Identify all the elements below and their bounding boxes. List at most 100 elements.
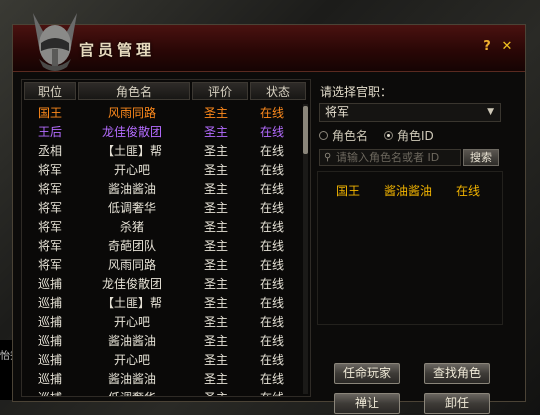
row-position: 将军 (37, 258, 62, 272)
list-header: 职位 角色名 评价 状态 (24, 82, 306, 100)
row-status: 在线 (259, 296, 284, 310)
row-position: 巡捕 (37, 353, 62, 367)
table-row[interactable]: 将军 风雨同路 圣主 在线 (24, 256, 300, 275)
table-row[interactable]: 巡捕 酱油酱油 圣主 在线 (24, 370, 300, 389)
row-status: 在线 (259, 258, 284, 272)
row-role-name: 【土匪】帮 (101, 296, 162, 310)
row-role-name: 开心吧 (113, 315, 150, 329)
dismiss-button[interactable]: 卸任 (424, 393, 490, 414)
search-input[interactable]: ⚲ 请输入角色名或者 ID (319, 149, 461, 166)
search-result-row[interactable]: 国王 酱油酱油 在线 (318, 182, 502, 199)
table-row[interactable]: 巡捕低调奢华圣主在线 (24, 389, 300, 396)
helmet-emblem-icon (33, 13, 77, 71)
row-position: 巡捕 (37, 296, 62, 310)
result-position: 国王 (335, 184, 360, 198)
help-button[interactable]: ? (479, 39, 495, 55)
table-row[interactable]: 将军 酱油酱油 圣主 在线 (24, 180, 300, 199)
table-row[interactable]: 将军 低调奢华 圣主 在线 (24, 199, 300, 218)
table-row[interactable]: 将军 杀猪 圣主 在线 (24, 218, 300, 237)
row-role-name: 低调奢华 (107, 201, 156, 215)
row-position: 将军 (37, 201, 62, 215)
radio-role-name[interactable] (319, 131, 328, 140)
table-row[interactable]: 丞相 【土匪】帮 圣主 在线 (24, 142, 300, 161)
row-rating: 圣主 (203, 163, 228, 177)
result-name: 酱油酱油 (383, 184, 432, 198)
radio-role-name-label: 角色名 (332, 129, 369, 143)
row-status: 在线 (259, 353, 284, 367)
row-rating: 圣主 (203, 372, 228, 386)
radio-role-id[interactable] (384, 131, 394, 140)
table-row[interactable]: 巡捕 酱油酱油 圣主 在线 (24, 332, 300, 351)
table-row[interactable]: 巡捕 龙佳俊散团 圣主 在线 (24, 275, 300, 294)
rank-select[interactable]: 将军 ▼ (319, 103, 501, 122)
row-role-name: 低调奢华 (76, 389, 188, 396)
row-role-name: 龙佳俊散团 (101, 125, 162, 139)
table-row[interactable]: 将军 奇葩团队 圣主 在线 (24, 237, 300, 256)
search-mode-radios: 角色名 角色ID (319, 127, 434, 144)
row-position: 将军 (37, 220, 62, 234)
row-rating: 圣主 (203, 144, 228, 158)
search-placeholder: 请输入角色名或者 ID (336, 151, 440, 164)
row-role-name: 开心吧 (113, 353, 150, 367)
list-scrollbar[interactable] (303, 104, 308, 394)
header-position[interactable]: 职位 (24, 82, 76, 100)
header-rating[interactable]: 评价 (192, 82, 248, 100)
row-status: 在线 (259, 125, 284, 139)
row-position: 巡捕 (24, 389, 76, 396)
search-button[interactable]: 搜索 (463, 149, 499, 166)
row-rating: 圣主 (203, 258, 228, 272)
row-position: 巡捕 (37, 334, 62, 348)
rank-select-value: 将军 (325, 105, 350, 119)
row-role-name: 【土匪】帮 (101, 144, 162, 158)
row-position: 将军 (37, 163, 62, 177)
row-position: 将军 (37, 239, 62, 253)
row-status: 在线 (259, 144, 284, 158)
row-status: 在线 (259, 315, 284, 329)
appointment-panel: 请选择官职： 将军 ▼ 角色名 角色ID ⚲ 请输入角色名或者 ID 搜索 国王… (317, 79, 517, 414)
table-row[interactable]: 国王 风雨同路 圣主 在线 (24, 104, 300, 123)
officials-list: 职位 角色名 评价 状态 国王 风雨同路 圣主 在线 王后 龙佳俊散团 圣主 在线 丞相 【土匪】… (21, 79, 311, 397)
row-rating: 圣主 (203, 334, 228, 348)
row-status: 在线 (259, 163, 284, 177)
row-role-name: 龙佳俊散团 (101, 277, 162, 291)
close-button[interactable]: ✕ (499, 39, 515, 55)
row-rating: 圣主 (203, 315, 228, 329)
row-status: 在线 (259, 201, 284, 215)
search-icon: ⚲ (324, 152, 332, 163)
table-row[interactable]: 巡捕 【土匪】帮 圣主 在线 (24, 294, 300, 313)
row-status: 在线 (259, 239, 284, 253)
scroll-thumb[interactable] (303, 106, 308, 154)
row-rating: 圣主 (203, 125, 228, 139)
row-rating: 圣主 (203, 182, 228, 196)
row-position: 将军 (37, 182, 62, 196)
row-status: 在线 (259, 220, 284, 234)
row-position: 巡捕 (37, 315, 62, 329)
row-status: 在线 (259, 334, 284, 348)
row-rating: 圣主 (203, 201, 228, 215)
row-role-name: 风雨同路 (107, 258, 156, 272)
table-row[interactable]: 巡捕 开心吧 圣主 在线 (24, 351, 300, 370)
header-status[interactable]: 状态 (250, 82, 306, 100)
search-result-box: 国王 酱油酱油 在线 (317, 171, 503, 325)
row-rating: 圣主 (203, 277, 228, 291)
row-status: 在线 (259, 277, 284, 291)
row-role-name: 杀猪 (119, 220, 144, 234)
dialog-title: 官员管理 (79, 41, 156, 59)
table-row[interactable]: 王后 龙佳俊散团 圣主 在线 (24, 123, 300, 142)
find-role-button[interactable]: 查找角色 (424, 363, 490, 384)
header-role-name[interactable]: 角色名 (78, 82, 190, 100)
row-status: 在线 (244, 389, 300, 396)
appoint-player-button[interactable]: 任命玩家 (334, 363, 400, 384)
row-role-name: 风雨同路 (107, 106, 156, 120)
row-role-name: 酱油酱油 (107, 372, 156, 386)
table-row[interactable]: 将军 开心吧 圣主 在线 (24, 161, 300, 180)
result-status: 在线 (455, 184, 480, 198)
abdicate-button[interactable]: 禅让 (334, 393, 400, 414)
row-role-name: 酱油酱油 (107, 182, 156, 196)
row-rating: 圣主 (203, 296, 228, 310)
title-bar[interactable]: 官员管理 ? ✕ (13, 13, 525, 72)
table-row[interactable]: 巡捕 开心吧 圣主 在线 (24, 313, 300, 332)
row-role-name: 开心吧 (113, 163, 150, 177)
row-rating: 圣主 (188, 389, 244, 396)
radio-role-id-label: 角色ID (397, 129, 434, 143)
